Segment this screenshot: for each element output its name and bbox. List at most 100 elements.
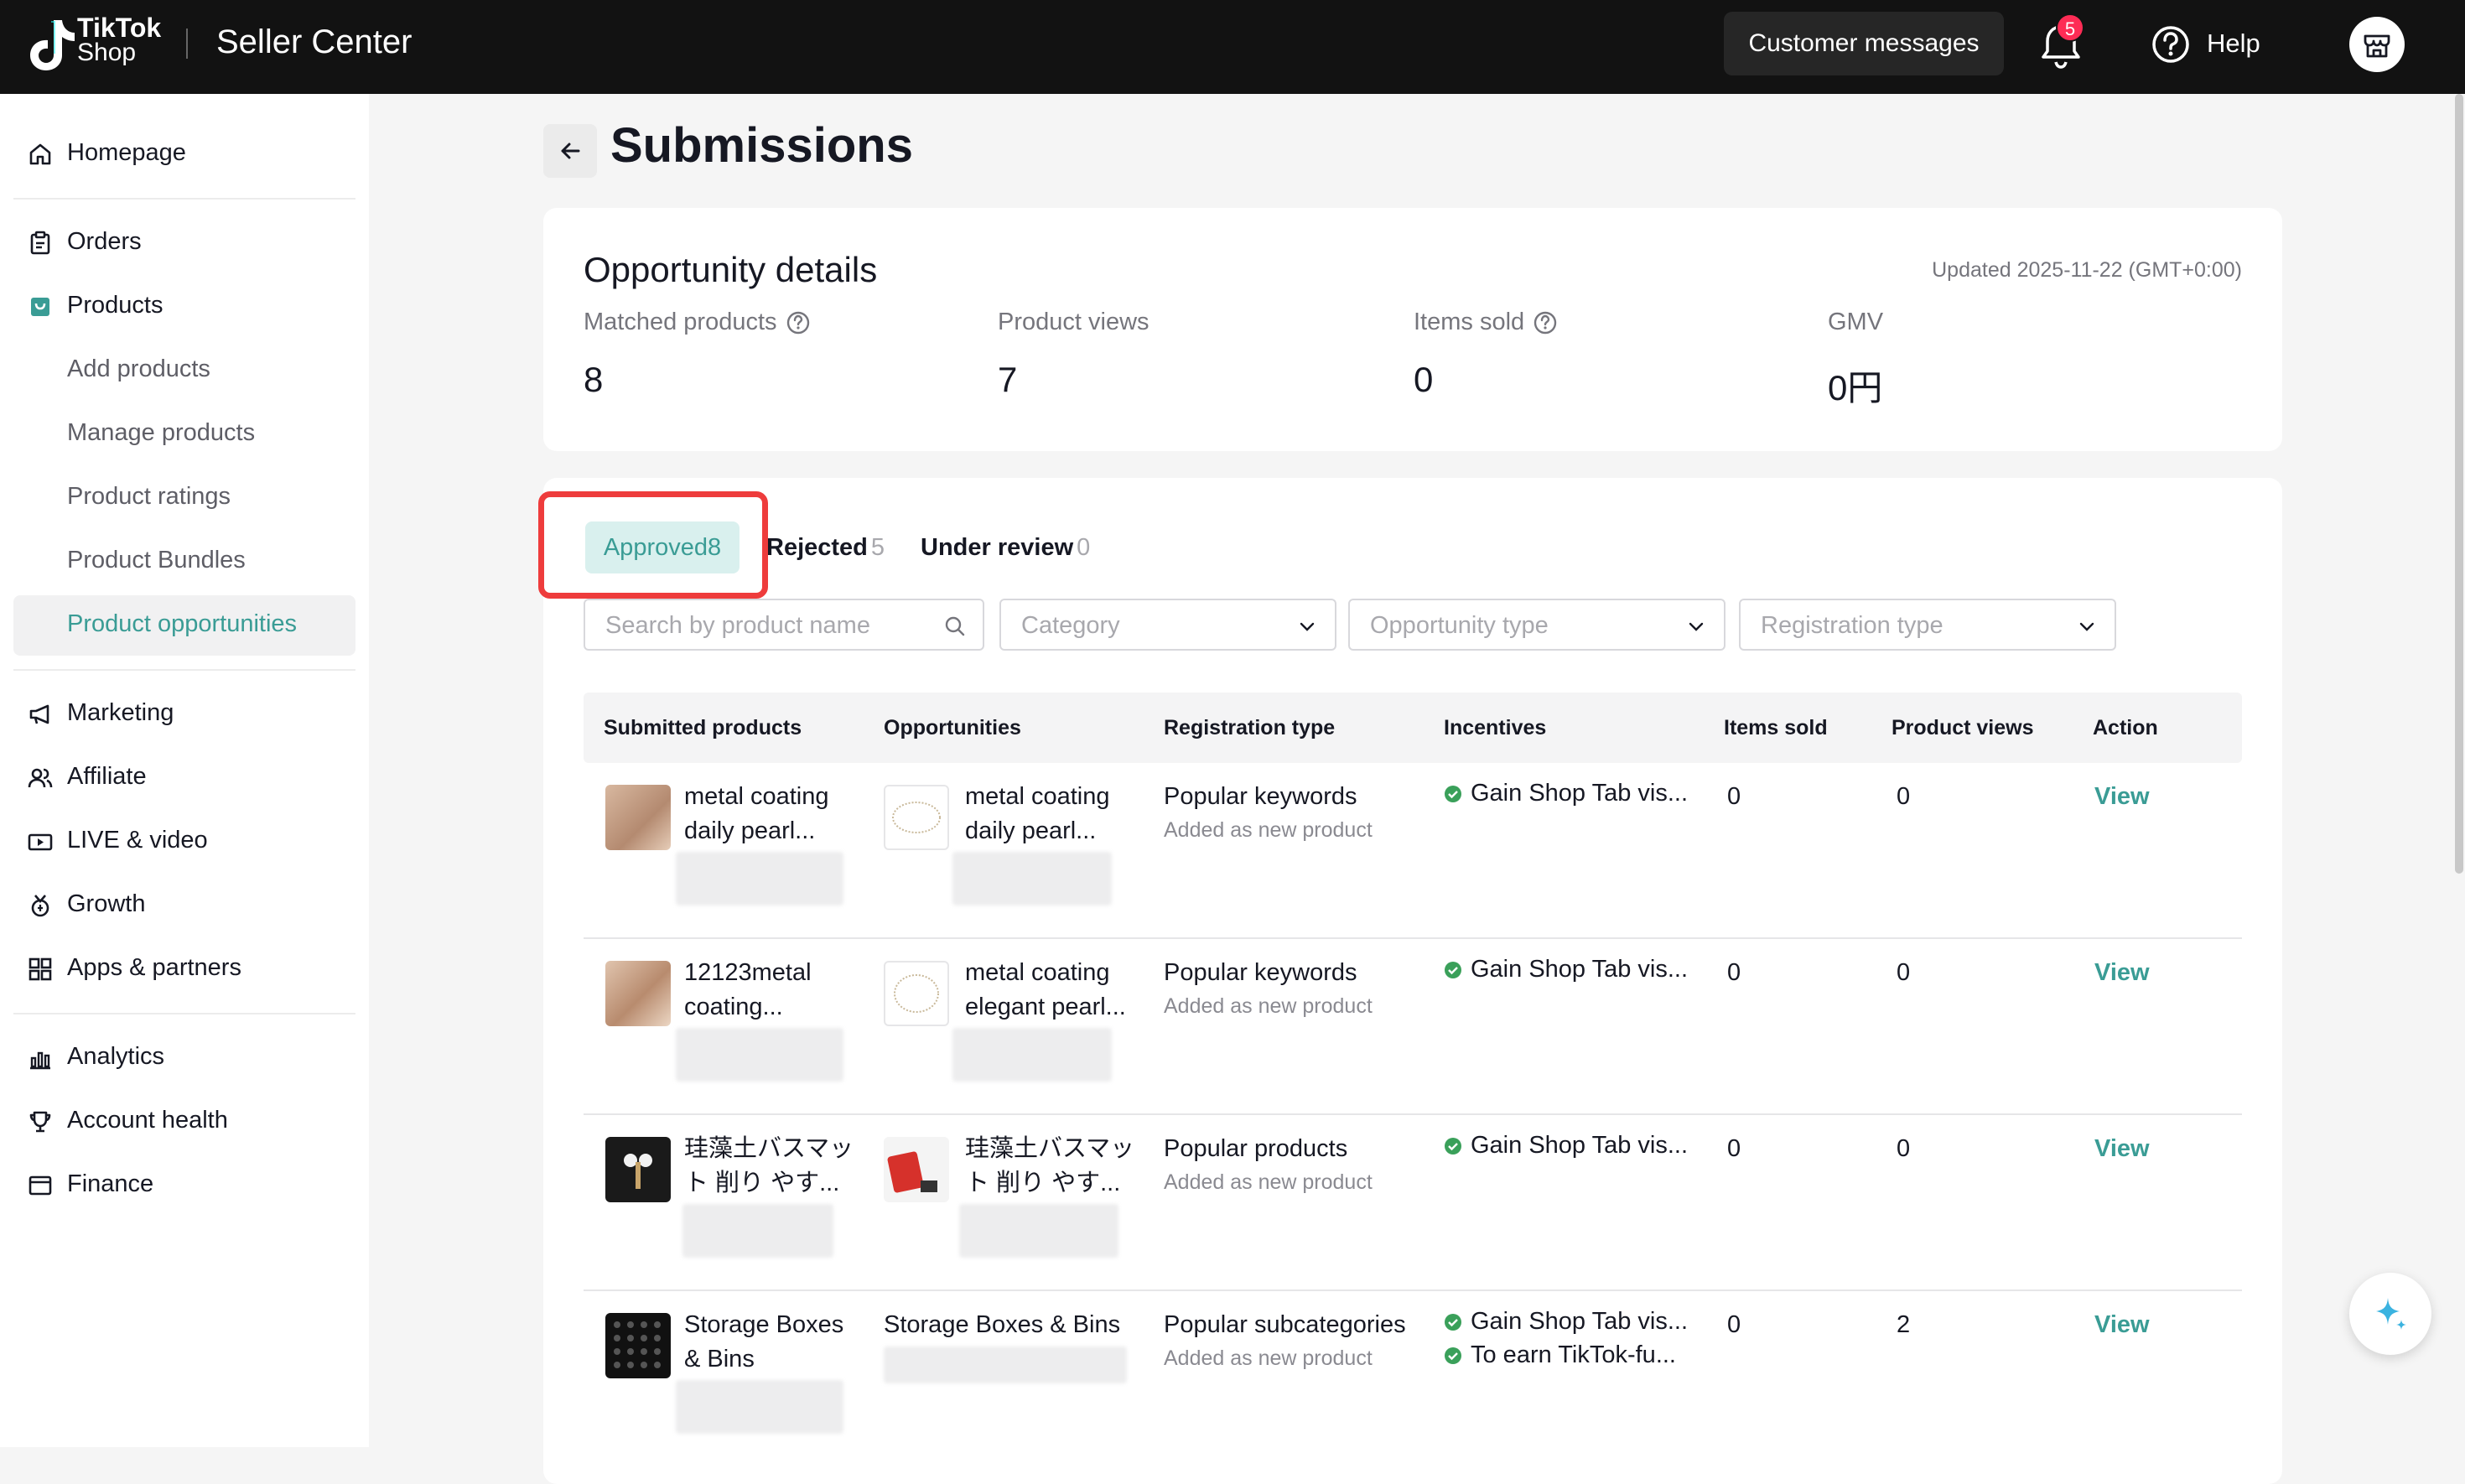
col-submitted-products: Submitted products [604,716,802,739]
blurred-opportunity-id [952,1028,1112,1082]
trophy-icon [29,1111,51,1133]
opportunity-details-title: Opportunity details [584,250,878,289]
bath-mat-image-icon [887,1151,937,1193]
submitted-product-name[interactable]: 珪藻土バスマット 削り やす... [684,1132,854,1201]
sidebar-item-marketing[interactable]: Marketing [13,684,355,745]
question-circle-icon[interactable] [786,310,811,335]
opportunity-thumbnail [884,785,949,850]
blurred-opportunity-id [884,1346,1127,1383]
stat-items-sold: Items sold 0 [1414,309,1558,400]
opportunity-name: Storage Boxes & Bins [884,1311,1121,1338]
page-title: Submissions [610,118,913,173]
blurred-product-id [682,1204,833,1258]
stat-product-views: Product views 7 [998,309,1149,399]
incentive-item: Gain Shop Tab vis... [1444,1132,1688,1160]
opportunity-thumbnail [884,1137,949,1202]
items-sold-value: 0 [1727,959,1741,986]
bath-mat-image-icon [624,1154,652,1189]
opportunity-thumbnail [884,961,949,1026]
help-icon[interactable] [2151,25,2190,64]
sidebar-item-product-bundles[interactable]: Product Bundles [13,532,355,592]
col-registration-type: Registration type [1164,716,1336,739]
store-profile-button[interactable] [2349,17,2405,72]
col-product-views: Product views [1892,716,2034,739]
sidebar-item-product-opportunities[interactable]: Product opportunities [13,595,355,656]
opportunity-type-select[interactable]: Opportunity type [1348,599,1726,651]
sidebar-divider [13,1013,355,1014]
back-button[interactable] [543,124,597,178]
check-circle-icon [1445,785,1461,802]
necklace-image-icon [894,974,939,1013]
page-scrollbar[interactable] [2455,94,2463,874]
product-thumbnail[interactable] [605,1313,671,1378]
question-circle-icon[interactable] [1533,310,1558,335]
registration-subtext: Added as new product [1164,1170,1373,1194]
necklace-image-icon [892,802,941,833]
opportunity-name: metal coating daily pearl... [965,783,1110,844]
registration-type-select[interactable]: Registration type [1739,599,2116,651]
sidebar-item-product-ratings[interactable]: Product ratings [13,468,355,528]
home-icon [29,143,51,165]
registration-type: Popular subcategories [1164,1311,1406,1338]
arrow-left-icon [561,143,580,159]
product-views-value: 0 [1897,959,1911,986]
tab-rejected[interactable]: Rejected 5 [766,521,885,573]
incentive-item: Gain Shop Tab vis... [1444,780,1688,807]
table-row: 12123metal coating... metal coating elegan… [584,939,2242,1115]
video-icon [28,833,53,851]
opportunity-name: metal coating elegant pearl... [965,959,1126,1020]
stat-gmv: GMV 0円 [1828,309,1884,407]
customer-messages-button[interactable]: Customer messages [1724,12,2004,75]
megaphone-icon [29,704,49,724]
ai-assistant-button[interactable] [2349,1273,2431,1355]
help-link[interactable]: Help [2207,29,2260,59]
view-button[interactable]: View [2094,959,2150,987]
sidebar-item-orders[interactable]: Orders [13,213,355,273]
col-incentives: Incentives [1444,716,1547,739]
col-items-sold: Items sold [1724,716,1828,739]
registration-type: Popular keywords [1164,783,1357,810]
sidebar-item-manage-products[interactable]: Manage products [13,404,355,464]
growth-medal-icon [31,895,49,917]
submitted-product-name[interactable]: 12123metal coating... [684,956,812,1025]
category-select[interactable]: Category [999,599,1336,651]
tab-under-review[interactable]: Under review 0 [921,521,1090,573]
product-views-value: 0 [1897,1135,1911,1162]
incentive-item: Gain Shop Tab vis... [1444,956,1688,983]
view-button[interactable]: View [2094,1311,2150,1339]
registration-type: Popular products [1164,1135,1348,1162]
finance-wallet-icon [29,1175,52,1196]
product-thumbnail[interactable] [605,961,671,1026]
sidebar-item-live-video[interactable]: LIVE & video [13,812,355,872]
blurred-opportunity-id [952,852,1112,905]
logo-text: TikTok Shop [77,13,162,66]
sidebar-item-products[interactable]: Products [13,277,355,337]
submitted-product-name[interactable]: metal coating daily pearl... [684,780,829,848]
sidebar-item-account-health[interactable]: Account health [13,1092,355,1152]
sidebar-item-add-products[interactable]: Add products [13,340,355,401]
opportunity-name: 珪藻土バスマット 削り やす... [965,1135,1135,1196]
products-icon [31,298,49,316]
orders-icon [30,231,50,255]
view-button[interactable]: View [2094,783,2150,811]
sidebar-item-analytics[interactable]: Analytics [13,1028,355,1088]
sidebar-item-homepage[interactable]: Homepage [13,124,355,184]
tiktok-logo-icon[interactable] [25,17,77,72]
view-button[interactable]: View [2094,1135,2150,1163]
sidebar-item-finance[interactable]: Finance [13,1155,355,1216]
items-sold-value: 0 [1727,783,1741,810]
top-bar: TikTok Shop Seller Center Customer messa… [0,0,2465,94]
sidebar-item-affiliate[interactable]: Affiliate [13,748,355,808]
search-input[interactable]: Search by product name [584,599,984,651]
product-views-value: 0 [1897,783,1911,810]
stat-matched-products: Matched products 8 [584,309,811,400]
sidebar-item-apps-partners[interactable]: Apps & partners [13,939,355,999]
col-opportunities: Opportunities [884,716,1021,739]
storage-boxes-image-icon [614,1321,661,1368]
registration-subtext: Added as new product [1164,818,1373,842]
logo-divider [186,29,188,59]
submitted-product-name[interactable]: Storage Boxes & Bins [684,1308,843,1377]
product-thumbnail[interactable] [605,1137,671,1202]
product-thumbnail[interactable] [605,785,671,850]
sidebar-item-growth[interactable]: Growth [13,875,355,936]
